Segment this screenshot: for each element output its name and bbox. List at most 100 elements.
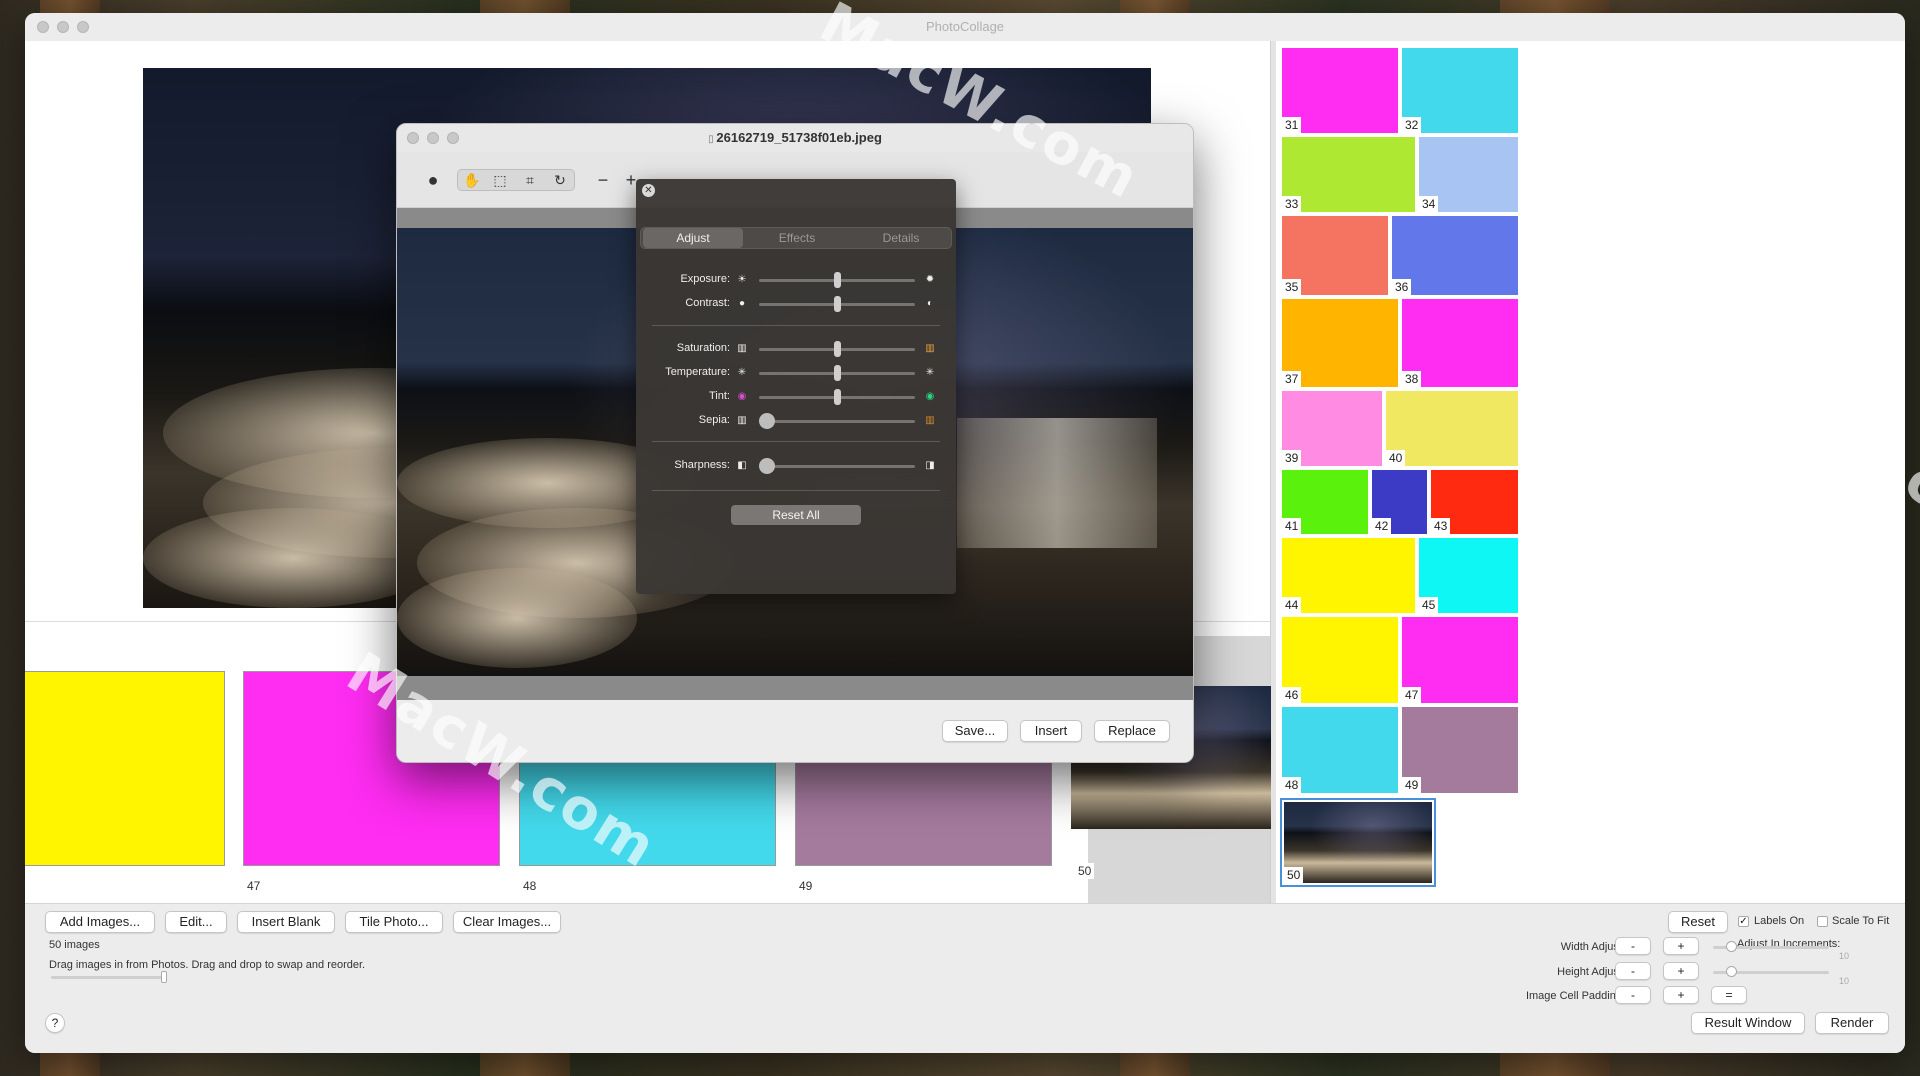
- grid-cell[interactable]: 50: [1280, 798, 1436, 887]
- grid-cell[interactable]: 48: [1282, 707, 1398, 793]
- strip-cell-label: 48: [523, 879, 537, 893]
- help-button[interactable]: ?: [45, 1013, 65, 1033]
- contrast-low-icon: ●: [738, 298, 746, 309]
- height-plus-button[interactable]: +: [1663, 962, 1699, 980]
- grid-cell[interactable]: 47: [1402, 617, 1518, 703]
- adjust-label: Contrast:: [685, 297, 730, 309]
- saturation-high-icon: ▥: [925, 343, 935, 354]
- grid-cell[interactable]: 35: [1282, 216, 1388, 295]
- reset-button[interactable]: Reset: [1668, 911, 1728, 933]
- grid-cell[interactable]: 34: [1419, 137, 1518, 212]
- grid-cell[interactable]: 42: [1372, 470, 1427, 534]
- strip-cell-label: 47: [247, 879, 261, 893]
- insert-button[interactable]: Insert: [1020, 720, 1082, 742]
- adjust-slider-track[interactable]: [759, 420, 915, 423]
- cell-padding-label: Image Cell Padding:: [1525, 990, 1625, 1002]
- adjust-slider-knob[interactable]: [833, 296, 841, 312]
- adjust-slider-track[interactable]: [759, 465, 915, 468]
- grid-cell-label: 44: [1282, 597, 1302, 613]
- thumbnail-size-slider[interactable]: [51, 976, 165, 979]
- temperature-high-icon: ✳: [925, 367, 935, 378]
- tab-adjust[interactable]: Adjust: [643, 228, 743, 248]
- tool-segmented-control: ✋ ⬚ ⌗ ↻: [457, 169, 575, 191]
- crop-icon[interactable]: ⌗: [518, 170, 542, 190]
- replace-button[interactable]: Replace: [1094, 720, 1170, 742]
- grid-cell[interactable]: 32: [1402, 48, 1518, 133]
- result-window-button[interactable]: Result Window: [1691, 1012, 1805, 1034]
- add-images-button[interactable]: Add Images...: [45, 911, 155, 933]
- rotate-icon[interactable]: ↻: [548, 170, 572, 190]
- save-button[interactable]: Save...: [942, 720, 1008, 742]
- width-plus-button[interactable]: +: [1663, 937, 1699, 955]
- adjust-slider-knob[interactable]: [759, 413, 775, 429]
- adjust-slider-knob[interactable]: [833, 365, 841, 381]
- grid-cell[interactable]: 40: [1386, 391, 1518, 466]
- padding-equal-button[interactable]: =: [1711, 986, 1747, 1004]
- circle-icon[interactable]: ●: [421, 170, 445, 190]
- tab-details[interactable]: Details: [851, 228, 951, 248]
- render-button[interactable]: Render: [1815, 1012, 1889, 1034]
- adjust-slider-knob[interactable]: [833, 341, 841, 357]
- sepia-low-icon: ▥: [737, 415, 747, 426]
- padding-plus-button[interactable]: +: [1663, 986, 1699, 1004]
- main-titlebar: PhotoCollage: [25, 13, 1905, 41]
- grid-cell-label: 47: [1402, 687, 1422, 703]
- grid-cell[interactable]: 37: [1282, 299, 1398, 387]
- grid-cell-label: 35: [1282, 279, 1302, 295]
- hand-icon[interactable]: ✋: [460, 170, 484, 190]
- grid-cell[interactable]: 43: [1431, 470, 1518, 534]
- reset-all-button[interactable]: Reset All: [731, 505, 861, 525]
- grid-cell-label: 34: [1419, 196, 1439, 212]
- tile-photo-button[interactable]: Tile Photo...: [345, 911, 443, 933]
- grid-cell[interactable]: 41: [1282, 470, 1368, 534]
- scale-to-fit-label: Scale To Fit: [1832, 915, 1890, 927]
- tint-green-icon: ◉: [925, 391, 935, 402]
- padding-minus-button[interactable]: -: [1615, 986, 1651, 1004]
- tab-effects[interactable]: Effects: [747, 228, 847, 248]
- grid-cell[interactable]: 33: [1282, 137, 1415, 212]
- width-adjust-label: Width Adjust:: [1560, 941, 1625, 953]
- sharpness-low-icon: ◧: [737, 460, 747, 471]
- grid-cell[interactable]: 36: [1392, 216, 1518, 295]
- strip-cell[interactable]: [25, 671, 225, 866]
- width-minus-button[interactable]: -: [1615, 937, 1651, 955]
- grid-cell-label: 31: [1282, 117, 1302, 133]
- adjust-slider-knob[interactable]: [833, 389, 841, 405]
- grid-cell[interactable]: 44: [1282, 538, 1415, 613]
- thumbnail-size-knob[interactable]: [161, 971, 167, 983]
- clear-images-button[interactable]: Clear Images...: [453, 911, 561, 933]
- height-increment-knob[interactable]: [1726, 966, 1737, 977]
- panel-separator: [652, 441, 940, 442]
- scale-to-fit-checkbox[interactable]: [1817, 916, 1828, 927]
- grid-cell-label: 39: [1282, 450, 1302, 466]
- panel-separator: [652, 325, 940, 326]
- adjust-slider-knob[interactable]: [759, 458, 775, 474]
- grid-cell[interactable]: 38: [1402, 299, 1518, 387]
- edit-button[interactable]: Edit...: [165, 911, 227, 933]
- grid-cell[interactable]: 45: [1419, 538, 1518, 613]
- grid-cell[interactable]: 39: [1282, 391, 1382, 466]
- temperature-low-icon: ✳: [737, 367, 747, 378]
- grid-cell[interactable]: 49: [1402, 707, 1518, 793]
- insert-blank-button[interactable]: Insert Blank: [237, 911, 335, 933]
- width-increment-knob[interactable]: [1726, 941, 1737, 952]
- saturation-low-icon: ▥: [737, 343, 747, 354]
- height-minus-button[interactable]: -: [1615, 962, 1651, 980]
- adjust-slider-knob[interactable]: [833, 272, 841, 288]
- tint-magenta-icon: ◉: [737, 391, 747, 402]
- grid-cell[interactable]: 46: [1282, 617, 1398, 703]
- minus-icon[interactable]: −: [591, 170, 615, 190]
- adjust-label: Saturation:: [676, 342, 730, 354]
- grid-cell[interactable]: 31: [1282, 48, 1398, 133]
- strip-cell-label: 50: [1075, 863, 1095, 879]
- grid-cell-label: 49: [1402, 777, 1422, 793]
- adjust-label: Tint:: [709, 390, 730, 402]
- grid-cell-label: 46: [1282, 687, 1302, 703]
- editor-filename-text: 26162719_51738f01eb.jpeg: [716, 130, 882, 145]
- width-increment-max: 10: [1839, 951, 1850, 961]
- labels-on-checkbox[interactable]: ✓: [1738, 916, 1749, 927]
- close-icon[interactable]: ✕: [642, 184, 655, 197]
- drag-hint: Drag images in from Photos. Drag and dro…: [49, 959, 366, 971]
- marquee-icon[interactable]: ⬚: [488, 170, 512, 190]
- image-count: 50 images: [49, 939, 100, 951]
